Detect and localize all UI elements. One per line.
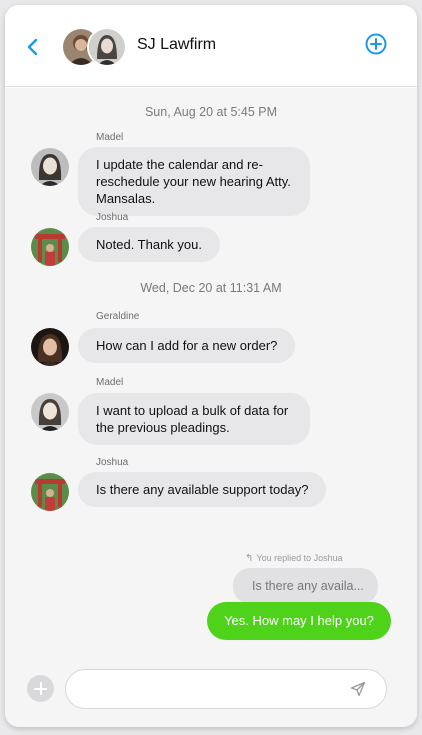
- avatar: [31, 228, 69, 266]
- group-avatars: [61, 27, 127, 67]
- chevron-left-icon: [27, 38, 38, 56]
- add-attachment-button[interactable]: [27, 675, 54, 702]
- message-bubble: How can I add for a new order?: [78, 328, 296, 363]
- avatar: [31, 473, 69, 511]
- send-icon: [350, 681, 366, 697]
- sender-name: Joshua: [96, 457, 129, 468]
- message-composer: [5, 653, 417, 727]
- timestamp: Wed, Dec 20 at 11:31 AM: [140, 281, 282, 295]
- chat-header: SJ Lawfirm: [5, 5, 417, 87]
- message-bubble: Is there any available support today?: [78, 472, 327, 507]
- message-list[interactable]: Sun, Aug 20 at 5:45 PM Madel I update th…: [5, 88, 417, 653]
- avatar: [31, 393, 69, 431]
- timestamp: Sun, Aug 20 at 5:45 PM: [144, 105, 278, 119]
- reply-indicator: ↰ You replied to Joshua: [245, 553, 343, 564]
- message-bubble: Noted. Thank you.: [78, 227, 220, 262]
- chat-window: SJ Lawfirm Sun, Aug 20 at 5:45 PM Madel …: [5, 5, 417, 727]
- avatar: [87, 27, 127, 67]
- plus-circle-icon: [365, 33, 387, 55]
- back-button[interactable]: [23, 34, 43, 60]
- sent-message-bubble: Yes. How may I help you?: [207, 602, 391, 640]
- sender-name: Geraldine: [96, 311, 140, 322]
- message-bubble: I want to upload a bulk of data for the …: [78, 393, 310, 445]
- reply-icon: ↰: [245, 553, 254, 564]
- message-input[interactable]: [65, 669, 387, 709]
- send-button[interactable]: [349, 680, 367, 698]
- reply-note-text: You replied to Joshua: [256, 553, 343, 563]
- chat-title: SJ Lawfirm: [137, 36, 217, 53]
- sender-name: Madel: [96, 377, 124, 388]
- sender-name: Joshua: [96, 212, 129, 223]
- add-member-button[interactable]: [364, 32, 388, 56]
- message-bubble: I update the calendar and re-reschedule …: [78, 147, 310, 216]
- quoted-message[interactable]: Is there any availa...: [233, 568, 378, 604]
- sender-name: Madel: [96, 132, 124, 143]
- avatar: [31, 328, 69, 366]
- avatar: [31, 148, 69, 186]
